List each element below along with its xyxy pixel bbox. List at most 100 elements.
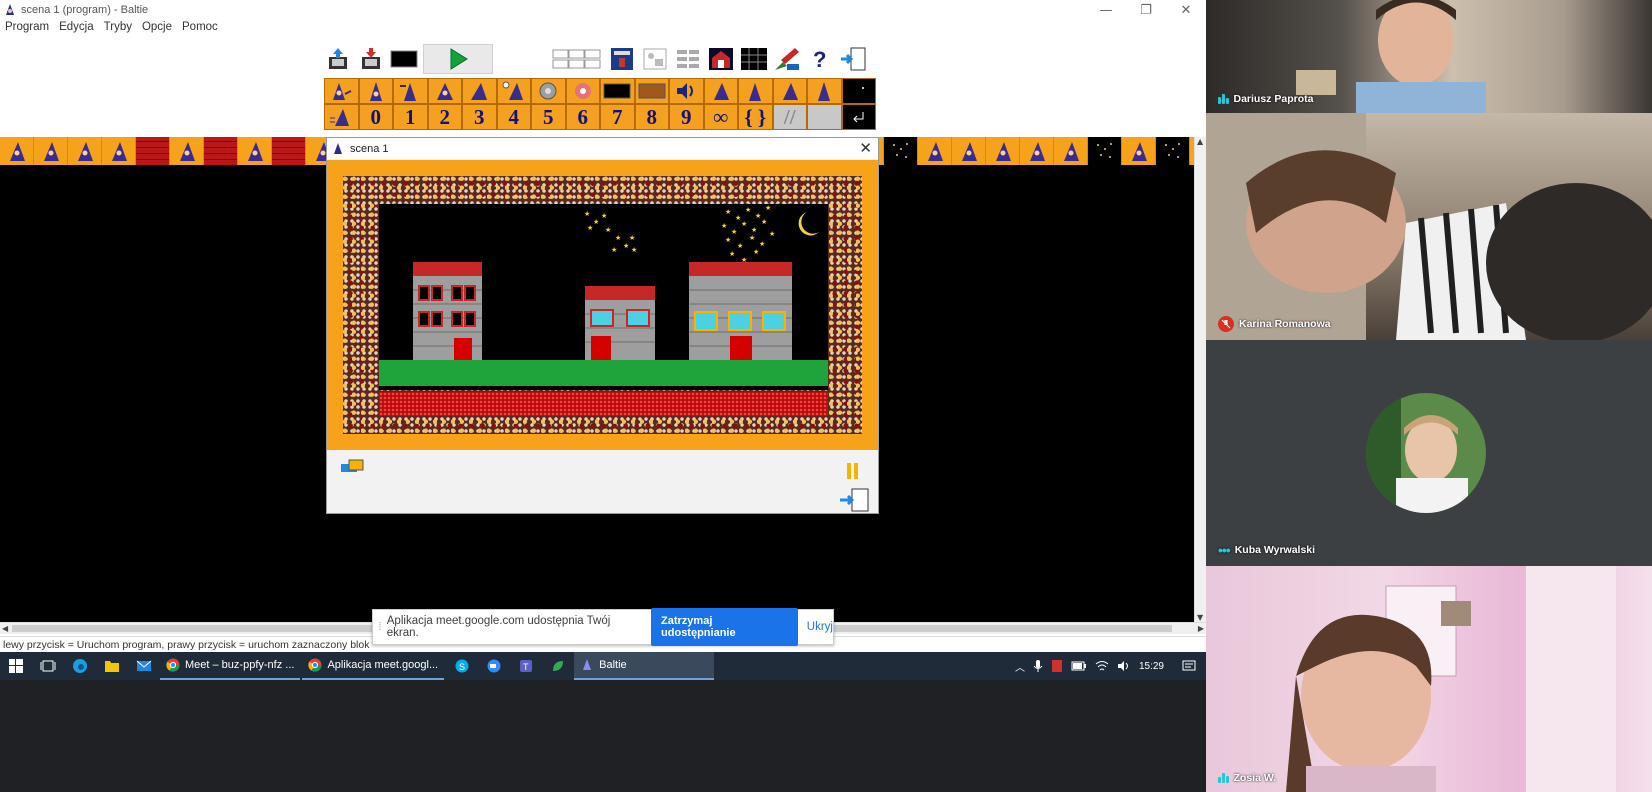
battery-icon[interactable] [1071,661,1087,671]
scene-title-bar[interactable]: scena 1 ✕ [327,138,878,159]
notifications-icon[interactable] [1182,660,1196,672]
gear-icon[interactable] [531,78,566,104]
brick-block-icon[interactable] [136,137,170,165]
digit-8[interactable]: 8 [634,104,669,130]
menu-tryby[interactable]: Tryby [99,20,137,38]
infinity-loop[interactable]: ∞ [703,104,738,130]
newline-icon[interactable] [841,104,876,130]
digit-6[interactable]: 6 [565,104,600,130]
wizard-command-icon[interactable] [918,137,952,165]
participant-tile[interactable]: ••• Kuba Wyrwalski [1206,340,1652,566]
task-view-button[interactable] [32,652,64,680]
wizard-command-icon[interactable] [0,137,34,165]
wizard-command-icon[interactable] [952,137,986,165]
digit-1[interactable]: 1 [393,104,428,130]
digit-5[interactable]: 5 [531,104,566,130]
file-explorer-button[interactable] [96,652,128,680]
minimize-button[interactable]: — [1086,0,1126,20]
wizard-hat-icon[interactable] [807,78,842,104]
wizard-command-icon[interactable] [102,137,136,165]
menu-pomoc[interactable]: Pomoc [177,20,223,38]
scene-close-button[interactable]: ✕ [859,139,872,157]
paint-button[interactable] [773,45,801,73]
participant-tile[interactable]: Karina Romanowa [1206,113,1652,340]
menu-program[interactable]: Program [0,20,54,38]
wizard-command-icon[interactable] [170,137,204,165]
start-button[interactable] [0,652,32,680]
scroll-right-icon[interactable]: ▶ [1198,624,1204,633]
wizard-command-icon[interactable] [1020,137,1054,165]
wizard-jump-icon[interactable] [703,78,738,104]
stop-sharing-button[interactable]: Zatrzymaj udostępnianie [651,608,798,646]
close-button[interactable]: ✕ [1166,0,1206,20]
turn-right-icon[interactable] [427,78,462,104]
load-program-button[interactable] [324,45,352,73]
run-program-button[interactable] [423,44,493,74]
brown-block-icon[interactable] [634,78,669,104]
microphone-icon[interactable] [1033,659,1043,673]
edge-button[interactable] [64,652,96,680]
scroll-down-icon[interactable]: ▼ [1197,613,1203,622]
dot-block-icon[interactable] [841,78,876,104]
teams-button[interactable]: T [510,652,542,680]
stars-block-icon[interactable] [884,137,918,165]
color-picker-button[interactable] [390,45,418,73]
turn-left-icon[interactable] [393,78,428,104]
taskbar-app-meet[interactable]: Meet – buz-ppfy-nfz ... [160,652,301,680]
digit-7[interactable]: 7 [600,104,635,130]
menu-opcje[interactable]: Opcje [137,20,177,38]
wizard-up-icon[interactable] [738,78,773,104]
stars-block-icon[interactable] [1156,137,1190,165]
save-program-button[interactable] [357,45,385,73]
wizard-command-icon[interactable] [1054,137,1088,165]
scene-builder-button[interactable] [608,45,636,73]
wizard-cast-icon[interactable] [772,78,807,104]
house-scene-button[interactable] [707,45,735,73]
participant-tile[interactable]: Zosia W. [1206,566,1652,792]
pause-icon[interactable] [846,462,860,480]
speaker-icon[interactable] [669,78,704,104]
stars-block-icon[interactable] [1088,137,1122,165]
scroll-left-icon[interactable]: ◀ [2,624,8,633]
wifi-icon[interactable] [1095,660,1109,672]
restore-button[interactable]: ❐ [1126,0,1166,20]
menu-edycja[interactable]: Edycja [54,20,99,38]
wizard-command-icon[interactable] [986,137,1020,165]
black-block-icon[interactable] [600,78,635,104]
digit-3[interactable]: 3 [462,104,497,130]
bricks-button[interactable] [740,45,768,73]
taskbar-app-meet-share[interactable]: Aplikacja meet.googl... [302,652,445,680]
settings-grid-button[interactable] [674,45,702,73]
exit-button[interactable] [839,45,867,73]
help-button[interactable]: ? [806,45,834,73]
wizard-run-icon[interactable] [324,104,359,130]
participant-tile[interactable]: Dariusz Paprota [1206,0,1652,113]
scroll-up-icon[interactable]: ▲ [1197,137,1203,146]
skype-button[interactable]: S [446,652,478,680]
app-button[interactable] [542,652,574,680]
brick-block-icon[interactable] [272,137,306,165]
zoom-button[interactable] [478,652,510,680]
digit-4[interactable]: 4 [496,104,531,130]
drag-handle-icon[interactable]: ⁞ [373,621,387,633]
digit-0[interactable]: 0 [358,104,393,130]
pdf-icon[interactable] [1051,659,1063,673]
step-forward-icon[interactable] [324,78,359,104]
wizard-command-icon[interactable] [238,137,272,165]
vertical-scrollbar[interactable]: ▲ ▼ [1194,137,1206,622]
clock[interactable]: 15:29 [1139,661,1164,672]
mail-button[interactable] [128,652,160,680]
wizard-front-icon[interactable] [358,78,393,104]
wizard-command-icon[interactable] [1122,137,1156,165]
empty-block[interactable] [807,104,842,130]
chevron-up-icon[interactable]: ︿ [1015,659,1025,674]
brick-block-icon[interactable] [204,137,238,165]
wizard-magic-icon[interactable] [496,78,531,104]
volume-icon[interactable] [1117,660,1131,672]
flower-icon[interactable] [565,78,600,104]
objects-button[interactable] [641,45,669,73]
wizard-walk-icon[interactable] [462,78,497,104]
digit-2[interactable]: 2 [427,104,462,130]
comment-block[interactable]: // [772,104,807,130]
taskbar-app-baltie[interactable]: Baltie [574,652,715,680]
